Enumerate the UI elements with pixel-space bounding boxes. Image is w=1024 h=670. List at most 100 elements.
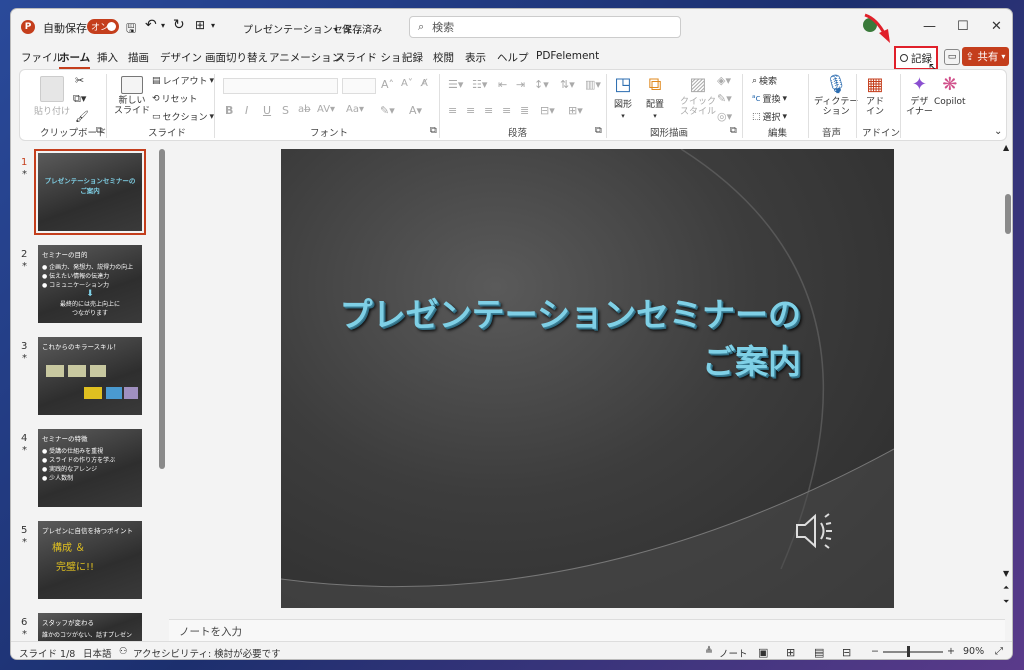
close-icon[interactable]: ✕	[991, 19, 1002, 34]
designer-button[interactable]: ✦ デザ イナー	[906, 74, 933, 117]
find-button[interactable]: ⌕ 検索	[752, 74, 777, 88]
line-spacing-icon[interactable]: ↕▾	[534, 78, 549, 91]
shape-outline-icon[interactable]: ✎▾	[717, 92, 732, 105]
format-painter-icon[interactable]: 🖌	[75, 110, 89, 123]
tab-record[interactable]: 記録	[402, 50, 423, 65]
maximize-icon[interactable]: ☐	[957, 19, 969, 34]
zoom-slider[interactable]	[883, 651, 943, 653]
highlight-icon[interactable]: ✎▾	[380, 104, 395, 117]
columns-icon[interactable]: ▥▾	[585, 78, 601, 91]
qat-more-icon[interactable]: ▾	[211, 21, 215, 30]
ribbon-collapse-icon[interactable]: ⌄	[994, 126, 1002, 137]
align-right-icon[interactable]: ≡	[484, 104, 493, 117]
notes-toggle-icon[interactable]: ≜	[705, 646, 713, 657]
shadow-icon[interactable]: S	[282, 104, 289, 117]
bullets-icon[interactable]: ☰▾	[448, 78, 463, 91]
tab-insert[interactable]: 挿入	[97, 50, 118, 65]
tab-file[interactable]: ファイル	[21, 50, 63, 65]
indent-decrease-icon[interactable]: ⇤	[498, 78, 507, 91]
autosave-toggle[interactable]: オン	[87, 19, 119, 34]
accessibility-icon[interactable]: ⚇	[119, 646, 128, 657]
indent-increase-icon[interactable]: ⇥	[516, 78, 525, 91]
tab-design[interactable]: デザイン	[160, 50, 202, 65]
char-spacing-icon[interactable]: AV▾	[317, 104, 335, 115]
font-size-select[interactable]	[342, 78, 376, 94]
numbering-icon[interactable]: ☷▾	[472, 78, 487, 91]
zoom-in-icon[interactable]: +	[947, 646, 955, 657]
speaker-icon[interactable]	[793, 511, 839, 551]
arrange-button[interactable]: ⧉ 配置 ▾	[646, 74, 664, 120]
select-button[interactable]: ⬚ 選択 ▾	[752, 110, 787, 124]
italic-icon[interactable]: I	[245, 104, 248, 117]
drawing-dialog-launcher-icon[interactable]: ⧉	[730, 125, 737, 136]
slide-canvas[interactable]: プレゼンテーションセミナーの ご案内	[281, 149, 894, 608]
clear-format-icon[interactable]: A̸	[421, 78, 428, 89]
slide-title[interactable]: プレゼンテーションセミナーの ご案内	[331, 291, 801, 385]
addin-button[interactable]: ▦ アド イン	[866, 74, 884, 117]
shapes-button[interactable]: ◳ 図形 ▾	[614, 74, 632, 120]
font-shrink-icon[interactable]: A˅	[401, 78, 413, 89]
prev-slide-icon[interactable]: ⏶	[1003, 583, 1009, 593]
tab-pdfelement[interactable]: PDFelement	[536, 50, 599, 62]
redo-icon[interactable]: ↻	[173, 17, 185, 33]
font-name-select[interactable]	[223, 78, 338, 94]
dictate-button[interactable]: 🎙 ディクテー ション	[814, 74, 858, 117]
change-case-icon[interactable]: Aa▾	[346, 104, 364, 115]
text-direction-icon[interactable]: ⇅▾	[560, 78, 575, 91]
cut-icon[interactable]: ✂	[75, 74, 84, 87]
share-button[interactable]: ⇪ 共有 ▾	[962, 47, 1009, 66]
tab-slideshow[interactable]: スライド ショー	[335, 50, 412, 65]
next-slide-icon[interactable]: ⏷	[1003, 597, 1009, 607]
shape-fill-icon[interactable]: ◈▾	[717, 74, 731, 87]
slide-counter[interactable]: スライド 1/8	[19, 646, 75, 659]
scroll-down-icon[interactable]: ▼	[1003, 569, 1009, 578]
language-indicator[interactable]: 日本語	[83, 646, 112, 659]
slide-thumbnail-5[interactable]: プレゼンに自信を持つポイント 構成 ＆ 完璧に!!	[38, 521, 142, 599]
reading-view-icon[interactable]: ▤	[814, 646, 824, 659]
copy-icon[interactable]: ⧉▾	[73, 92, 86, 106]
tab-draw[interactable]: 描画	[128, 50, 149, 65]
undo-dropdown-icon[interactable]: ▾	[161, 21, 165, 30]
tab-view[interactable]: 表示	[465, 50, 486, 65]
fit-slide-icon[interactable]: ⤢	[995, 646, 1003, 657]
accessibility-status[interactable]: アクセシビリティ: 検討が必要です	[133, 646, 281, 659]
align-center-icon[interactable]: ≡	[466, 104, 475, 117]
paste-button[interactable]: 貼り付け	[34, 76, 70, 117]
replace-button[interactable]: ᵃc 置換 ▾	[752, 92, 787, 106]
align-left-icon[interactable]: ≡	[448, 104, 457, 117]
notes-toggle[interactable]: ノート	[719, 646, 748, 659]
tab-help[interactable]: ヘルプ	[497, 50, 529, 65]
thumbnail-scrollbar[interactable]	[159, 149, 165, 469]
align-text-icon[interactable]: ⊟▾	[540, 104, 555, 117]
distributed-icon[interactable]: ≣	[520, 104, 529, 117]
justify-icon[interactable]: ≡	[502, 104, 511, 117]
copilot-button[interactable]: ❋ Copilot	[934, 74, 966, 107]
smartart-icon[interactable]: ⊞▾	[568, 104, 583, 117]
bold-icon[interactable]: B	[225, 104, 233, 117]
scroll-up-icon[interactable]: ▲	[1003, 143, 1009, 152]
reset-button[interactable]: ⟲ リセット	[152, 92, 198, 106]
paragraph-dialog-launcher-icon[interactable]: ⧉	[595, 125, 602, 136]
slide-thumbnail-1[interactable]: プレゼンテーションセミナーの ご案内	[34, 149, 146, 235]
section-button[interactable]: ▭ セクション ▾	[152, 110, 214, 124]
tab-home[interactable]: ホーム	[59, 50, 91, 69]
font-dialog-launcher-icon[interactable]: ⧉	[430, 125, 437, 136]
slide-thumbnail-3[interactable]: これからのキラースキル！	[38, 337, 142, 415]
zoom-out-icon[interactable]: −	[871, 646, 879, 657]
layout-button[interactable]: ▤ レイアウト ▾	[152, 74, 214, 88]
normal-view-icon[interactable]: ▣	[758, 646, 768, 659]
presentation-start-icon[interactable]: ⊞	[195, 18, 205, 32]
zoom-level[interactable]: 90%	[963, 646, 984, 657]
font-color-icon[interactable]: A▾	[409, 104, 422, 117]
slide-thumbnail-6[interactable]: スタッフが変わる 誰かのコツがない、話すプレゼン	[38, 613, 142, 643]
save-icon[interactable]: 🖫	[126, 19, 136, 40]
tab-review[interactable]: 校閲	[433, 50, 454, 65]
slide-thumbnail-2[interactable]: セミナーの目的 ● 企画力、発想力、説得力の向上 ● 伝えたい情報の伝達力 ● …	[38, 245, 142, 323]
slide-thumbnail-4[interactable]: セミナーの特徴 ● 受講の仕組みを重視 ● スライドの作り方を学ぶ ● 実践的な…	[38, 429, 142, 507]
dialog-launcher-icon[interactable]: ⧉	[96, 125, 103, 136]
zoom-slider-thumb[interactable]	[907, 646, 910, 657]
underline-icon[interactable]: U	[263, 104, 271, 117]
new-slide-button[interactable]: 新しい スライド	[114, 76, 150, 116]
slide-scrollbar[interactable]	[1005, 194, 1011, 234]
notes-input[interactable]: ノートを入力	[169, 619, 1005, 641]
